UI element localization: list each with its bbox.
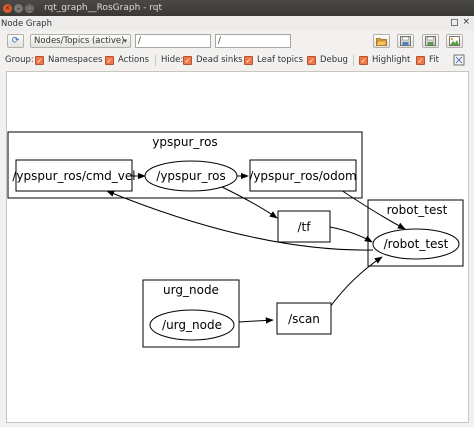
actions-label: Actions — [118, 55, 150, 65]
namespaces-checkbox[interactable]: ✓ — [35, 56, 44, 65]
edge-urg-to-scan — [238, 317, 274, 324]
node-label-robot_test: /robot_test — [384, 237, 449, 251]
window-titlebar: × – □ rqt_graph__RosGraph - rqt — [0, 0, 474, 16]
actions-checkbox[interactable]: ✓ — [105, 56, 114, 65]
window-minimize-button[interactable]: – — [14, 3, 23, 13]
dead-sinks-label: Dead sinks — [196, 55, 243, 65]
debug-checkbox[interactable]: ✓ — [307, 56, 316, 65]
node-filter-input[interactable]: / — [135, 34, 211, 48]
fit-checkbox[interactable]: ✓ — [416, 56, 425, 65]
window-maximize-button[interactable]: □ — [25, 3, 34, 13]
graph-canvas[interactable]: ypspur_ros robot_test urg_node /ypspur_r… — [6, 71, 469, 423]
save-svg-button[interactable] — [422, 34, 439, 48]
ros-graph: ypspur_ros robot_test urg_node /ypspur_r… — [7, 131, 464, 348]
edge-scan-to-robot_test — [329, 256, 383, 308]
refresh-button[interactable]: ⟳ — [7, 34, 24, 48]
leaf-topics-checkbox[interactable]: ✓ — [244, 56, 253, 65]
save-icon — [400, 36, 411, 46]
edge-robot_test-to-cmdvel — [106, 190, 374, 251]
chevron-down-icon: ▾ — [123, 37, 127, 45]
fit-view-icon — [453, 54, 465, 66]
save-icon — [425, 36, 436, 46]
topic-label-scan: /scan — [288, 312, 320, 326]
dock-float-icon[interactable] — [451, 19, 458, 26]
cluster-label-robot_test: robot_test — [387, 203, 448, 217]
window-title: rqt_graph__RosGraph - rqt — [44, 3, 163, 13]
graph-mode-value: Nodes/Topics (active) — [34, 36, 125, 46]
fit-view-button[interactable] — [453, 54, 465, 70]
highlight-checkbox[interactable]: ✓ — [359, 56, 368, 65]
graph-options-row: Group: ✓ Namespaces ✓ Actions Hide: ✓ De… — [0, 53, 474, 68]
node-label-urg_node: /urg_node — [162, 318, 222, 332]
fit-label: Fit — [429, 55, 439, 65]
cluster-label-ypspur_ros: ypspur_ros — [152, 135, 217, 149]
graph-mode-select[interactable]: Nodes/Topics (active) ▾ — [30, 34, 131, 48]
save-image-button[interactable] — [446, 34, 463, 48]
refresh-icon: ⟳ — [11, 36, 20, 46]
dead-sinks-checkbox[interactable]: ✓ — [183, 56, 192, 65]
options-divider — [353, 55, 354, 66]
node-graph-panel: ⟳ Nodes/Topics (active) ▾ / / Group: ✓ N… — [0, 31, 474, 427]
hide-label: Hide: — [161, 55, 184, 65]
save-dot-button[interactable] — [397, 34, 414, 48]
dock-close-icon[interactable]: × — [462, 17, 470, 27]
leaf-topics-label: Leaf topics — [257, 55, 304, 65]
debug-label: Debug — [320, 55, 348, 65]
dock-title: Node Graph — [1, 18, 52, 29]
topic-label-odom: /ypspur_ros/odom — [249, 169, 356, 183]
window-close-button[interactable]: × — [3, 3, 12, 13]
folder-open-icon — [376, 37, 387, 46]
group-label: Group: — [5, 55, 34, 65]
namespaces-label: Namespaces — [48, 55, 103, 65]
topic-label-tf: /tf — [298, 220, 312, 234]
node-label-ypspur_ros: /ypspur_ros — [156, 169, 225, 183]
image-export-icon — [449, 36, 460, 46]
topic-label-cmd_vel: /ypspur_ros/cmd_vel — [12, 169, 135, 183]
load-graph-button[interactable] — [373, 34, 390, 48]
topic-filter-input[interactable]: / — [215, 34, 291, 48]
options-divider — [155, 55, 156, 66]
highlight-label: Highlight — [372, 55, 411, 65]
edge-tf-to-robot_test — [329, 226, 373, 243]
cluster-label-urg_node: urg_node — [163, 283, 219, 297]
graph-toolbar: ⟳ Nodes/Topics (active) ▾ / / — [0, 31, 474, 53]
dock-header: Node Graph × — [0, 16, 474, 32]
